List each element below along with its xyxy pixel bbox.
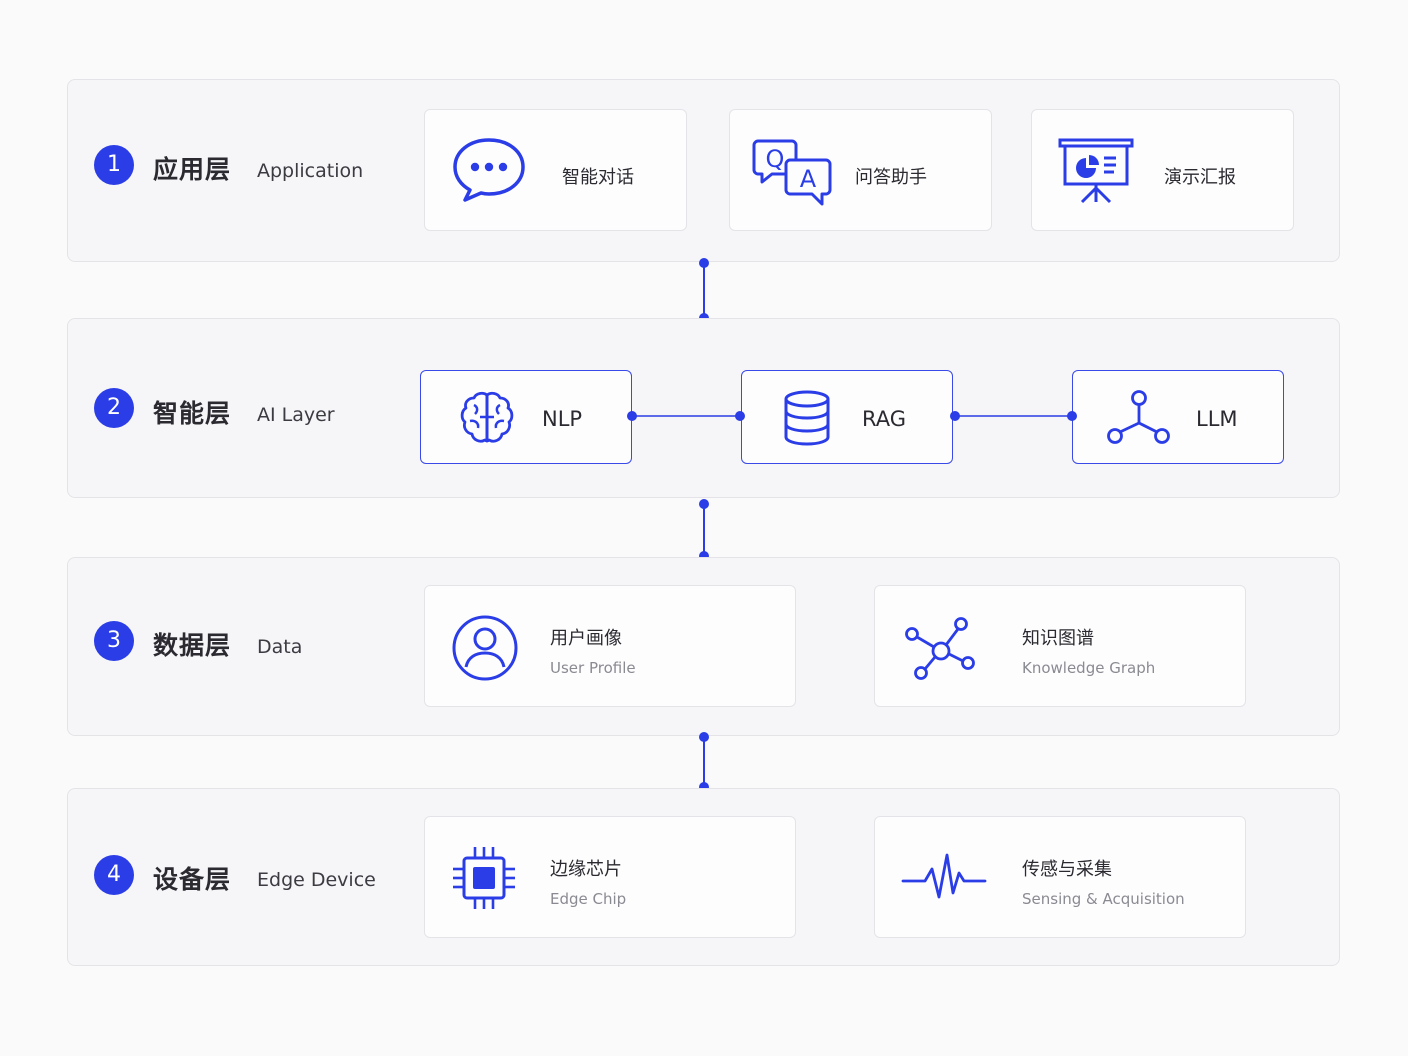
qa-icon: Q A (752, 138, 832, 210)
card-llm[interactable]: LLM (1072, 370, 1284, 464)
card-label: LLM (1196, 407, 1238, 431)
network-nodes-icon (1106, 389, 1170, 447)
card-edge-chip[interactable]: 边缘芯片 Edge Chip (424, 816, 796, 938)
card-title: 传感与采集 (1022, 859, 1112, 880)
card-label: 演示汇报 (1164, 167, 1236, 188)
layer-number-badge: 1 (94, 145, 134, 185)
card-knowledge-graph[interactable]: 知识图谱 Knowledge Graph (874, 585, 1246, 707)
layer-title-en: Data (257, 636, 303, 658)
card-presentation[interactable]: 演示汇报 (1031, 109, 1294, 231)
chip-icon (451, 845, 517, 911)
card-title: 知识图谱 (1022, 628, 1094, 649)
card-subtitle: Sensing & Acquisition (1022, 890, 1185, 908)
card-subtitle: Edge Chip (550, 890, 627, 908)
svg-text:A: A (800, 165, 817, 193)
card-title: 边缘芯片 (550, 859, 622, 880)
layer-number-badge: 4 (94, 855, 134, 895)
card-label: 问答助手 (855, 167, 927, 188)
layer-title-cn: 智能层 (153, 399, 232, 428)
svg-text:Q: Q (766, 145, 785, 173)
card-user-profile[interactable]: 用户画像 User Profile (424, 585, 796, 707)
layer-number-badge: 3 (94, 621, 134, 661)
card-qa-assistant[interactable]: Q A 问答助手 (729, 109, 992, 231)
layer-title-en: Application (257, 160, 364, 182)
layer-title-cn: 应用层 (153, 155, 232, 184)
brain-icon (458, 389, 516, 447)
waveform-icon (901, 851, 987, 907)
card-subtitle: User Profile (550, 659, 636, 677)
card-nlp[interactable]: NLP (420, 370, 632, 464)
user-profile-icon (451, 614, 519, 682)
layer-title-en: Edge Device (257, 869, 376, 891)
card-label: NLP (542, 407, 583, 431)
layer-title-cn: 设备层 (153, 865, 232, 894)
layer-title-cn: 数据层 (153, 631, 232, 660)
presentation-icon (1058, 136, 1134, 206)
card-title: 用户画像 (550, 628, 622, 649)
knowledge-graph-icon (903, 616, 977, 682)
layer-number-badge: 2 (94, 388, 134, 428)
card-rag[interactable]: RAG (741, 370, 953, 464)
database-icon (783, 390, 831, 446)
card-label: RAG (862, 407, 907, 431)
connector-line (699, 732, 709, 792)
connector-line (699, 258, 709, 323)
layer-title-en: AI Layer (257, 404, 335, 426)
card-label: 智能对话 (562, 167, 634, 188)
card-sensing-acquisition[interactable]: 传感与采集 Sensing & Acquisition (874, 816, 1246, 938)
connector-line (699, 499, 709, 561)
card-subtitle: Knowledge Graph (1022, 659, 1156, 677)
chat-bubble-icon (451, 136, 527, 204)
card-smart-chat[interactable]: 智能对话 (424, 109, 687, 231)
